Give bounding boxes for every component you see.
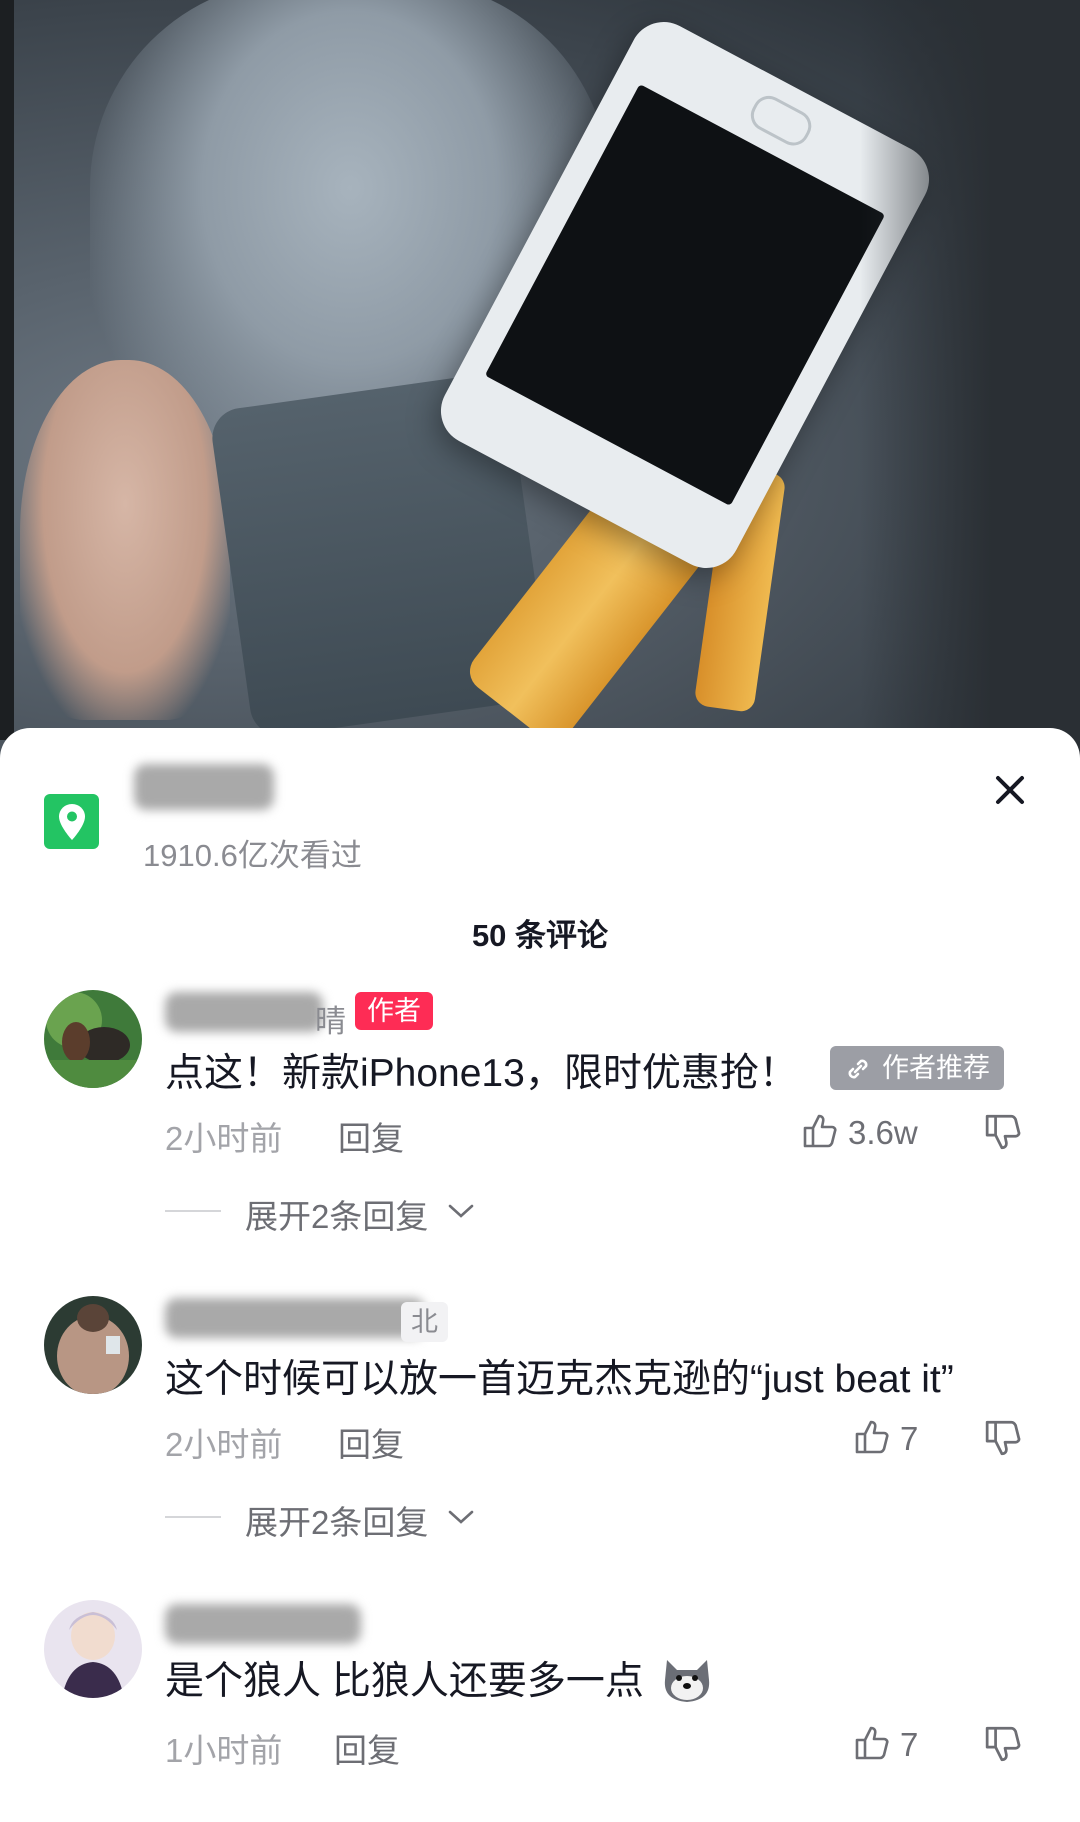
like-button[interactable]: 7 (854, 1418, 934, 1458)
expand-replies-label: 展开2条回复 (245, 1504, 429, 1541)
like-count: 7 (900, 1420, 919, 1457)
avatar[interactable] (44, 1296, 142, 1394)
comment-text: 这个时候可以放一首迈克杰克逊的“just beat it” (165, 1358, 954, 1401)
recommend-tag-label: 作者推荐 (882, 1053, 990, 1083)
comment-text: 点这！新款iPhone13，限时优惠抢！ (165, 1052, 798, 1095)
expand-replies-label: 展开2条回复 (245, 1198, 429, 1235)
reply-button[interactable]: 回复 (334, 1724, 400, 1772)
chevron-down-icon (448, 1204, 474, 1218)
video-frame-hand (20, 360, 230, 720)
thumbs-down-icon[interactable] (984, 1418, 1024, 1458)
doge-emoji-icon (664, 1660, 709, 1702)
thumbs-up-icon (855, 1420, 889, 1454)
location-name-redacted[interactable] (134, 764, 274, 810)
username-tail: 晴 (315, 1004, 346, 1039)
username-redacted (165, 992, 323, 1032)
video-player[interactable] (0, 0, 1080, 760)
comment-item: 是个狼人 比狼人还要多一点 1小时前 回复 7 (0, 1600, 1080, 1800)
thumbs-up-icon (855, 1726, 889, 1760)
author-recommend-tag[interactable]: 作者推荐 (830, 1046, 1004, 1090)
video-edge (0, 0, 14, 740)
comment-item: 北 这个时候可以放一首迈克杰克逊的“just beat it” 2小时前 回复 … (0, 1296, 1080, 1541)
thumbs-down-icon[interactable] (984, 1724, 1024, 1764)
comment-time: 2小时前 (165, 1120, 283, 1157)
chevron-down-icon (448, 1510, 474, 1524)
username-redacted (165, 1604, 361, 1644)
comment-count: 50 条评论 (471, 918, 609, 953)
location-pin-icon[interactable] (44, 794, 99, 849)
video-frame-shadow (860, 0, 1080, 760)
close-icon[interactable] (988, 768, 1032, 812)
comment-time: 2小时前 (165, 1426, 283, 1463)
like-count: 7 (900, 1726, 919, 1763)
author-badge: 作者 (355, 992, 433, 1030)
username-redacted (165, 1298, 425, 1338)
comment-text: 是个狼人 比狼人还要多一点 (165, 1650, 715, 1706)
like-button[interactable]: 3.6w (802, 1112, 932, 1152)
thumbs-down-icon[interactable] (984, 1112, 1024, 1152)
reply-button[interactable]: 回复 (338, 1112, 404, 1160)
comment-item: 晴 作者 点这！新款iPhone13，限时优惠抢！ 作者推荐 2小时前 回复 3… (0, 990, 1080, 1250)
reply-button[interactable]: 回复 (338, 1418, 404, 1466)
like-button[interactable]: 7 (854, 1724, 934, 1764)
divider (165, 1210, 221, 1212)
link-icon (848, 1059, 868, 1079)
avatar[interactable] (44, 990, 142, 1088)
phone-home-button (745, 90, 817, 152)
thumbs-up-icon (803, 1114, 837, 1148)
location-views: 1910.6亿次看过 (143, 838, 362, 873)
location-badge: 北 (401, 1302, 448, 1342)
comment-sheet: 1910.6亿次看过 50 条评论 晴 作者 点这！新款iPhone13，限时优… (0, 728, 1080, 1822)
comment-text-content: 是个狼人 比狼人还要多一点 (165, 1660, 644, 1703)
comment-time: 1小时前 (165, 1732, 283, 1769)
divider (165, 1516, 221, 1518)
avatar[interactable] (44, 1600, 142, 1698)
like-count: 3.6w (848, 1114, 918, 1151)
